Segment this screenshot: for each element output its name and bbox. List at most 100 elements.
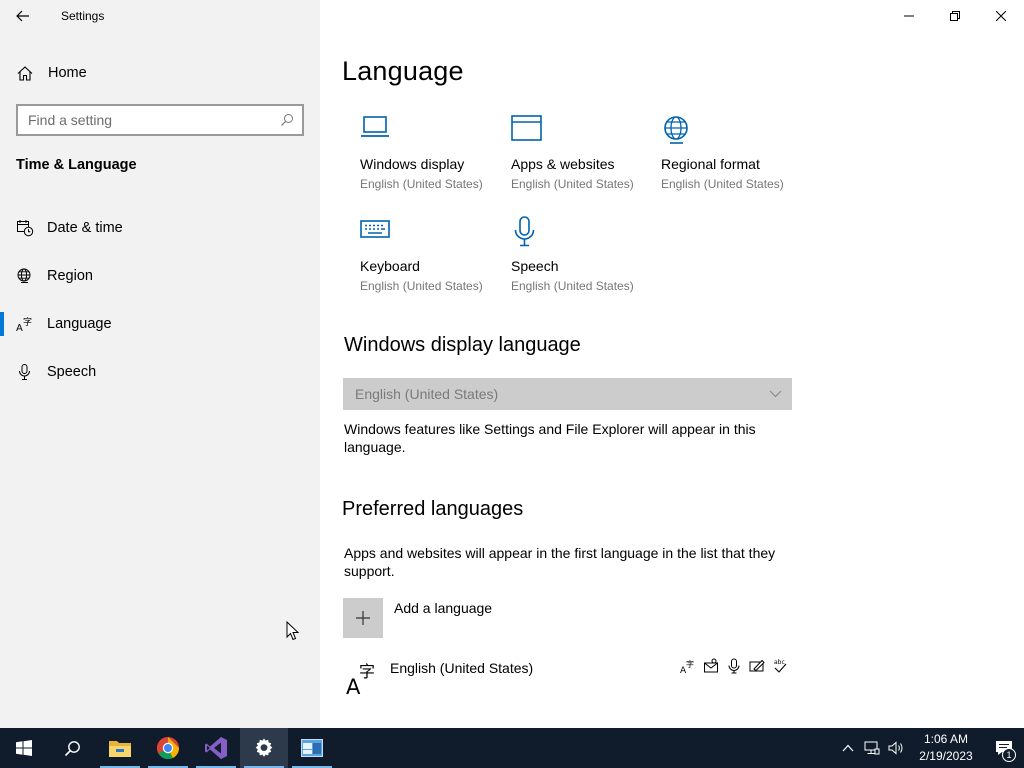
add-language-button[interactable]: Add a language bbox=[343, 598, 492, 638]
section-title: Time & Language bbox=[16, 157, 137, 173]
system-tray: 1:06 AM 2/19/2023 1 bbox=[836, 728, 1024, 768]
sidebar-item-speech[interactable]: Speech bbox=[0, 348, 320, 396]
windows-logo-icon bbox=[16, 740, 32, 756]
microphone-icon bbox=[16, 363, 34, 381]
minimize-button[interactable] bbox=[886, 0, 932, 32]
add-language-label: Add a language bbox=[394, 600, 493, 616]
tile-name: Windows display bbox=[360, 156, 465, 172]
taskbar-settings[interactable] bbox=[240, 728, 288, 768]
microphone-icon bbox=[511, 216, 545, 250]
display-language-heading: Windows display language bbox=[344, 334, 581, 356]
sidebar-item-region[interactable]: Region bbox=[0, 252, 320, 300]
globe-icon bbox=[661, 114, 695, 148]
svg-text:字: 字 bbox=[686, 659, 694, 669]
notification-count-badge: 1 bbox=[1002, 748, 1016, 762]
taskbar-visual-studio[interactable] bbox=[192, 728, 240, 768]
tile-regional-format[interactable]: Regional format English (United States) bbox=[661, 114, 811, 210]
sidebar-item-language[interactable]: A字 Language bbox=[0, 300, 320, 348]
display-language-icon: A字 bbox=[680, 658, 696, 674]
sidebar-item-label: Language bbox=[47, 316, 112, 332]
search-input[interactable] bbox=[28, 112, 280, 128]
back-arrow-icon bbox=[16, 10, 29, 22]
tile-name: Regional format bbox=[661, 156, 760, 172]
action-center-button[interactable]: 1 bbox=[984, 728, 1024, 768]
close-icon bbox=[996, 11, 1006, 21]
back-button[interactable] bbox=[0, 0, 46, 32]
sidebar: Settings Home Time & Language Date & tim… bbox=[0, 0, 320, 728]
app-window-icon bbox=[301, 739, 323, 757]
tile-keyboard[interactable]: Keyboard English (United States) bbox=[360, 216, 510, 312]
chevron-down-icon bbox=[769, 390, 782, 398]
tile-value: English (United States) bbox=[360, 279, 483, 293]
preferred-languages-description: Apps and websites will appear in the fir… bbox=[344, 545, 776, 579]
tile-name: Apps & websites bbox=[511, 156, 615, 172]
close-button[interactable] bbox=[978, 0, 1024, 32]
svg-text:字: 字 bbox=[23, 316, 32, 328]
dropdown-value: English (United States) bbox=[355, 386, 499, 402]
tile-speech[interactable]: Speech English (United States) bbox=[511, 216, 661, 312]
browser-window-icon bbox=[511, 114, 545, 148]
tile-apps-websites[interactable]: Apps & websites English (United States) bbox=[511, 114, 661, 210]
tile-value: English (United States) bbox=[511, 279, 634, 293]
tile-windows-display[interactable]: Windows display English (United States) bbox=[360, 114, 510, 210]
network-button[interactable] bbox=[860, 728, 884, 768]
sidebar-item-label: Region bbox=[47, 268, 93, 284]
language-icon: A字 bbox=[16, 315, 34, 333]
tile-value: English (United States) bbox=[360, 177, 483, 191]
chrome-icon bbox=[157, 737, 180, 760]
visual-studio-icon bbox=[205, 737, 227, 759]
show-hidden-icons-button[interactable] bbox=[836, 728, 860, 768]
display-language-dropdown[interactable]: English (United States) bbox=[343, 378, 792, 410]
window-title: Settings bbox=[61, 9, 105, 23]
page-title: Language bbox=[342, 56, 464, 86]
speech-recognition-icon bbox=[726, 658, 742, 674]
spell-check-icon: abc bbox=[772, 658, 788, 674]
taskbar-app[interactable] bbox=[288, 728, 336, 768]
language-list-item[interactable]: A字 English (United States) A字 abc bbox=[342, 658, 788, 699]
search-button[interactable] bbox=[48, 728, 96, 768]
tile-name: Keyboard bbox=[360, 258, 420, 274]
network-icon bbox=[864, 741, 880, 755]
sidebar-item-home[interactable]: Home bbox=[0, 56, 320, 90]
start-button[interactable] bbox=[0, 728, 48, 768]
tile-value: English (United States) bbox=[661, 177, 784, 191]
clock-date: 2/19/2023 bbox=[919, 749, 973, 763]
taskbar: 1:06 AM 2/19/2023 1 bbox=[0, 728, 1024, 768]
tile-name: Speech bbox=[511, 258, 559, 274]
volume-icon bbox=[888, 741, 903, 755]
language-icon: A字 bbox=[342, 660, 378, 699]
search-icon[interactable] bbox=[280, 113, 294, 127]
sidebar-item-label: Date & time bbox=[47, 220, 123, 236]
globe-icon bbox=[16, 267, 34, 285]
main-content: Language Windows display English (United… bbox=[320, 0, 1024, 728]
gear-icon bbox=[255, 738, 273, 757]
search-icon bbox=[64, 740, 80, 756]
restore-icon bbox=[950, 11, 960, 21]
window-controls bbox=[886, 0, 1024, 32]
display-language-description: Windows features like Settings and File … bbox=[344, 421, 756, 455]
title-bar: Settings bbox=[0, 0, 320, 32]
laptop-icon bbox=[360, 114, 394, 148]
language-name: English (United States) bbox=[390, 660, 534, 676]
volume-button[interactable] bbox=[884, 728, 908, 768]
tile-value: English (United States) bbox=[511, 177, 634, 191]
clock-time: 1:06 AM bbox=[923, 732, 969, 746]
preferred-languages-heading: Preferred languages bbox=[342, 498, 524, 520]
text-to-speech-icon bbox=[703, 658, 719, 674]
taskbar-file-explorer[interactable] bbox=[96, 728, 144, 768]
search-box[interactable] bbox=[16, 104, 304, 136]
mouse-cursor-icon bbox=[286, 621, 300, 641]
svg-text:A: A bbox=[16, 323, 23, 333]
language-features: A字 abc bbox=[680, 658, 788, 674]
taskbar-chrome[interactable] bbox=[144, 728, 192, 768]
restore-button[interactable] bbox=[932, 0, 978, 32]
calendar-clock-icon bbox=[16, 219, 34, 237]
chevron-up-icon bbox=[842, 744, 854, 752]
home-label: Home bbox=[48, 65, 87, 81]
minimize-icon bbox=[904, 15, 914, 17]
folder-icon bbox=[109, 741, 131, 757]
plus-icon bbox=[343, 598, 383, 638]
sidebar-item-date-time[interactable]: Date & time bbox=[0, 204, 320, 252]
svg-text:字: 字 bbox=[359, 662, 375, 681]
clock[interactable]: 1:06 AM 2/19/2023 bbox=[908, 731, 984, 765]
